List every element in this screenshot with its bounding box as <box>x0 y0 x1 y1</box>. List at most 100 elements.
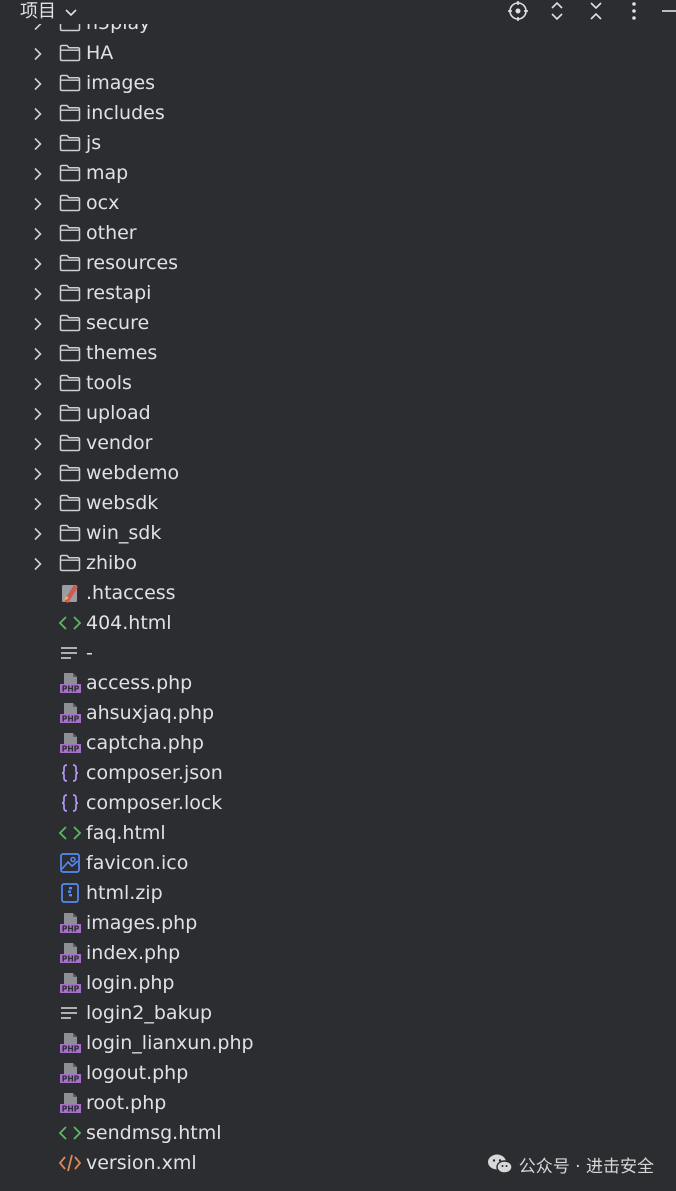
tree-folder-row[interactable]: other <box>0 218 676 248</box>
tree-file-row[interactable]: PHP login.php <box>0 968 676 998</box>
chevron-right-icon[interactable] <box>31 166 45 181</box>
svg-text:PHP: PHP <box>62 745 80 754</box>
tree-file-row[interactable]: html.zip <box>0 878 676 908</box>
html-icon <box>58 612 82 634</box>
tree-folder-row[interactable]: restapi <box>0 278 676 308</box>
php-icon: PHP <box>58 972 82 994</box>
tree-file-row[interactable]: composer.json <box>0 758 676 788</box>
json-icon <box>58 792 82 814</box>
tree-file-row[interactable]: PHP index.php <box>0 938 676 968</box>
tree-item-label: captcha.php <box>86 732 204 754</box>
tree-folder-row[interactable]: resources <box>0 248 676 278</box>
tree-folder-row[interactable]: webdemo <box>0 458 676 488</box>
folder-icon <box>58 102 82 124</box>
locate-icon[interactable] <box>505 0 531 22</box>
folder-icon <box>58 192 82 214</box>
expand-all-icon[interactable] <box>544 0 570 22</box>
tree-item-label: tools <box>86 372 132 394</box>
tree-item-label: logout.php <box>86 1062 189 1084</box>
php-icon: PHP <box>58 672 82 694</box>
tree-folder-row[interactable]: vendor <box>0 428 676 458</box>
tree-item-label: favicon.ico <box>86 852 189 874</box>
chevron-right-icon[interactable] <box>31 436 45 451</box>
tree-file-row[interactable]: PHP login_lianxun.php <box>0 1028 676 1058</box>
folder-icon <box>58 72 82 94</box>
tree-file-row[interactable]: faq.html <box>0 818 676 848</box>
tree-folder-row[interactable]: tools <box>0 368 676 398</box>
text-icon <box>58 1002 82 1024</box>
more-options-icon[interactable] <box>621 0 647 22</box>
chevron-right-icon[interactable] <box>31 526 45 541</box>
chevron-right-icon[interactable] <box>31 496 45 511</box>
tree-item-label: zhibo <box>86 552 137 574</box>
tree-folder-row[interactable]: includes <box>0 98 676 128</box>
tree-folder-row[interactable]: win_sdk <box>0 518 676 548</box>
chevron-right-icon[interactable] <box>31 376 45 391</box>
chevron-right-icon[interactable] <box>31 106 45 121</box>
tree-item-label: composer.lock <box>86 792 223 814</box>
svg-text:PHP: PHP <box>62 715 80 724</box>
folder-icon <box>58 222 82 244</box>
tree-file-row[interactable]: 404.html <box>0 608 676 638</box>
tree-file-row[interactable]: PHP ahsuxjaq.php <box>0 698 676 728</box>
tree-item-label: vendor <box>86 432 153 454</box>
tree-folder-row[interactable]: ocx <box>0 188 676 218</box>
folder-icon <box>58 132 82 154</box>
tree-item-label: websdk <box>86 492 159 514</box>
chevron-right-icon[interactable] <box>31 256 45 271</box>
minimize-icon[interactable] <box>658 0 676 22</box>
tree-folder-row[interactable]: websdk <box>0 488 676 518</box>
tree-item-label: h5play <box>86 24 150 38</box>
svg-text:PHP: PHP <box>62 1045 80 1054</box>
chevron-right-icon[interactable] <box>31 406 45 421</box>
tree-item-label: resources <box>86 252 179 274</box>
tree-folder-row[interactable]: js <box>0 128 676 158</box>
chevron-right-icon[interactable] <box>31 76 45 91</box>
chevron-right-icon[interactable] <box>31 316 45 331</box>
svg-text:PHP: PHP <box>62 1105 80 1114</box>
project-tree[interactable]: h5play HA images includes js map ocx other resou… <box>0 24 676 1191</box>
collapse-all-icon[interactable] <box>583 0 609 22</box>
chevron-right-icon[interactable] <box>31 196 45 211</box>
folder-icon <box>58 432 82 454</box>
chevron-right-icon[interactable] <box>31 46 45 61</box>
chevron-right-icon[interactable] <box>31 466 45 481</box>
svg-text:PHP: PHP <box>62 1075 80 1084</box>
project-view-selector[interactable]: 项目 <box>20 0 78 24</box>
tree-folder-row[interactable]: themes <box>0 338 676 368</box>
chevron-right-icon[interactable] <box>31 286 45 301</box>
tree-file-row[interactable]: PHP logout.php <box>0 1058 676 1088</box>
tree-item-label: includes <box>86 102 165 124</box>
xml-icon <box>58 1152 82 1174</box>
tree-folder-row[interactable]: zhibo <box>0 548 676 578</box>
tree-folder-row[interactable]: upload <box>0 398 676 428</box>
tree-file-row[interactable]: PHP root.php <box>0 1088 676 1118</box>
chevron-right-icon[interactable] <box>31 556 45 571</box>
folder-icon <box>58 162 82 184</box>
tree-file-row[interactable]: login2_bakup <box>0 998 676 1028</box>
html-icon <box>58 822 82 844</box>
tree-folder-row[interactable]: images <box>0 68 676 98</box>
tree-folder-row[interactable]: map <box>0 158 676 188</box>
chevron-right-icon[interactable] <box>31 136 45 151</box>
tree-item-label: version.xml <box>86 1152 197 1174</box>
tree-file-row[interactable]: sendmsg.html <box>0 1118 676 1148</box>
tree-item-label: composer.json <box>86 762 223 784</box>
chevron-right-icon[interactable] <box>31 24 45 31</box>
folder-icon <box>58 402 82 424</box>
tree-folder-row[interactable]: secure <box>0 308 676 338</box>
tree-folder-row[interactable]: h5play <box>0 24 676 38</box>
chevron-right-icon[interactable] <box>31 346 45 361</box>
tree-file-row[interactable]: composer.lock <box>0 788 676 818</box>
tree-file-row[interactable]: PHP access.php <box>0 668 676 698</box>
tree-file-row[interactable]: PHP images.php <box>0 908 676 938</box>
tree-item-label: restapi <box>86 282 152 304</box>
tree-folder-row[interactable]: HA <box>0 38 676 68</box>
tree-file-row[interactable]: favicon.ico <box>0 848 676 878</box>
php-icon: PHP <box>58 1062 82 1084</box>
tree-file-row[interactable]: .htaccess <box>0 578 676 608</box>
chevron-right-icon[interactable] <box>31 226 45 241</box>
tree-file-row[interactable]: - <box>0 638 676 668</box>
tree-item-label: login_lianxun.php <box>86 1032 254 1054</box>
tree-file-row[interactable]: PHP captcha.php <box>0 728 676 758</box>
